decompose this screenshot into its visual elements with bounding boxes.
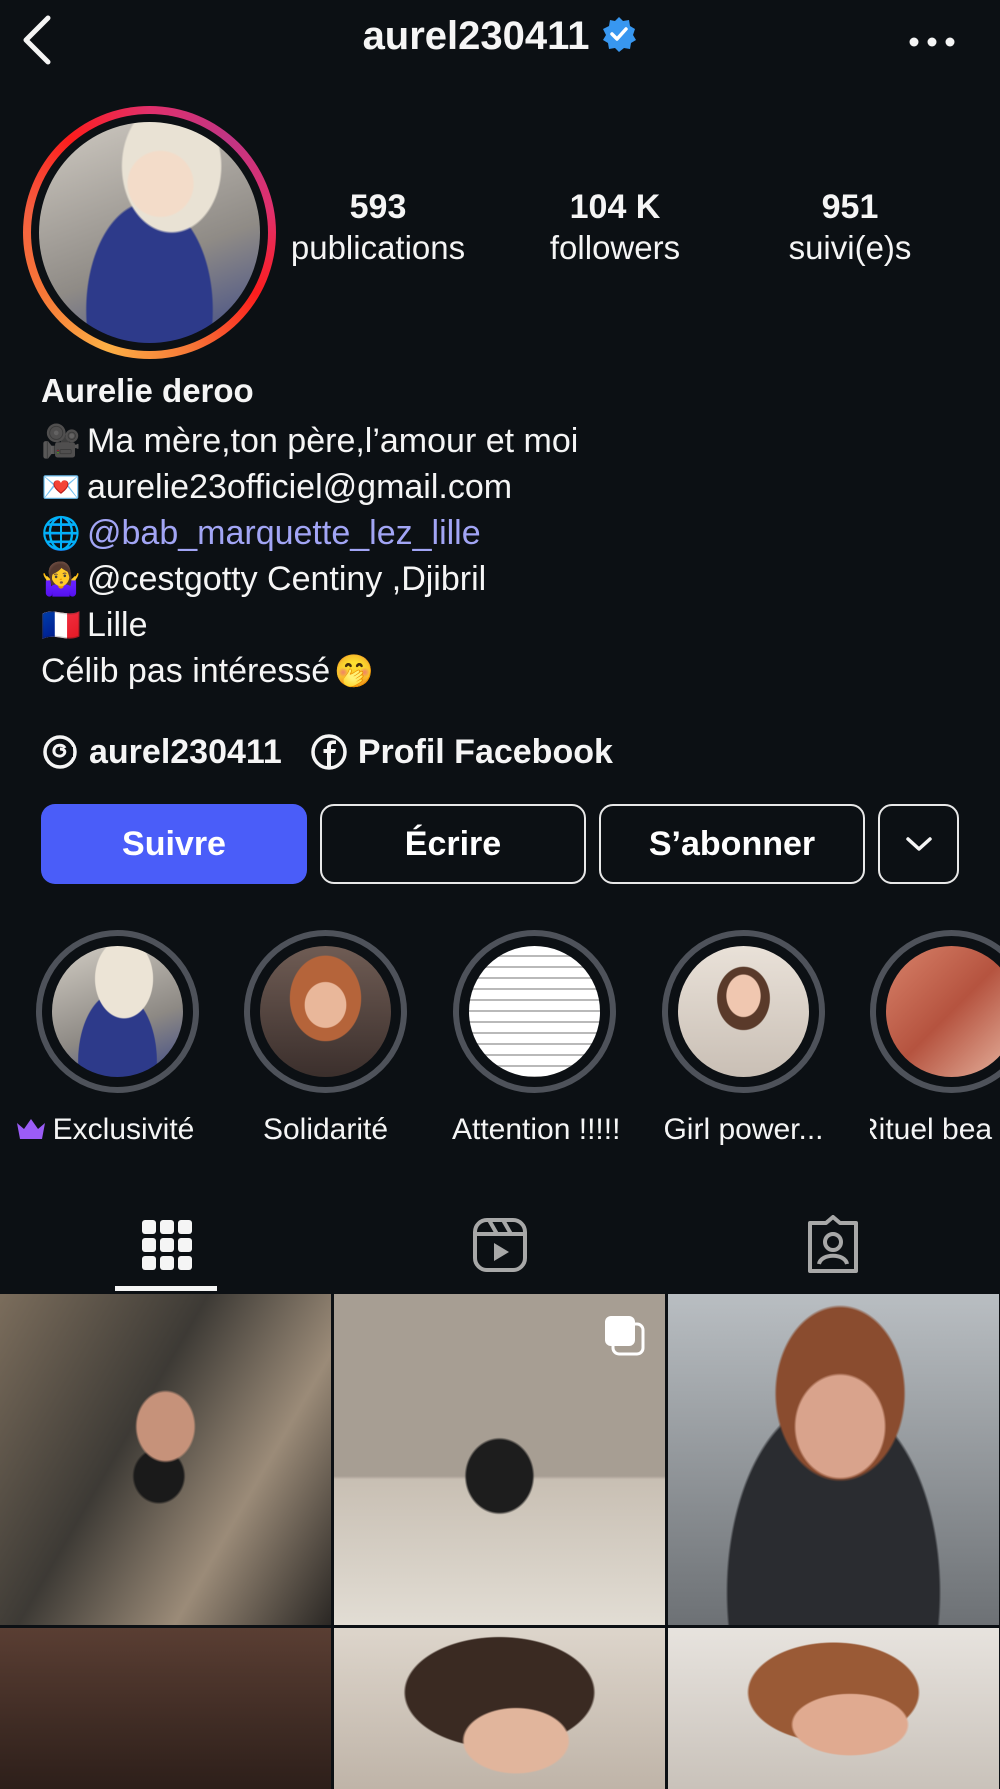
highlight-cover xyxy=(678,946,809,1077)
highlight-cover xyxy=(886,946,1000,1077)
highlight-label: Attention !!!!! xyxy=(452,1113,621,1146)
facebook-icon xyxy=(311,734,347,770)
post-thumbnail[interactable] xyxy=(668,1294,999,1625)
bio-line: 💌 aurelie23officiel@gmail.com xyxy=(41,464,961,510)
facebook-label: Profil Facebook xyxy=(357,732,613,771)
chevron-down-icon xyxy=(905,837,932,851)
stat-publications[interactable]: 593 publications xyxy=(268,188,488,267)
threads-icon xyxy=(43,735,77,769)
threads-link[interactable]: aurel230411 xyxy=(41,733,282,772)
stat-followers[interactable]: 104 K followers xyxy=(510,188,720,267)
bio-text: Lille xyxy=(87,606,148,644)
highlight-cover xyxy=(469,946,600,1077)
crown-icon xyxy=(15,1113,53,1146)
stat-value: 593 xyxy=(349,188,407,226)
verified-badge-icon xyxy=(601,16,637,53)
facebook-link[interactable]: Profil Facebook xyxy=(310,733,613,772)
post-thumbnail[interactable] xyxy=(668,1628,999,1789)
profile-avatar[interactable] xyxy=(23,106,276,359)
follow-button[interactable]: Suivre xyxy=(41,804,307,884)
profile-name: Aurelie deroo xyxy=(41,372,254,409)
threads-label: aurel230411 xyxy=(89,732,282,771)
love-letter-emoji-icon: 💌 xyxy=(41,469,81,505)
message-button[interactable]: Écrire xyxy=(320,804,586,884)
stat-value: 104 K xyxy=(569,188,661,226)
bio-email[interactable]: aurelie23officiel@gmail.com xyxy=(87,468,512,506)
bio-line: 🌐 @bab_marquette_lez_lille xyxy=(41,510,961,556)
post-thumbnail[interactable] xyxy=(0,1294,331,1625)
profile-bio: Aurelie deroo 🎥 Ma mère,ton père,l’amour … xyxy=(41,372,961,694)
bio-mention-link[interactable]: @bab_marquette_lez_lille xyxy=(87,514,481,552)
subscribe-button[interactable]: S’abonner xyxy=(599,804,865,884)
post-thumbnail[interactable] xyxy=(334,1294,665,1625)
carousel-icon xyxy=(605,1316,645,1356)
shrug-emoji-icon: 🤷‍♀️ xyxy=(41,561,81,597)
globe-emoji-icon: 🌐 xyxy=(41,515,81,551)
bio-text: Ma mère,ton père,l’amour et moi xyxy=(87,422,579,460)
stat-value: 951 xyxy=(821,188,879,226)
highlight-label: Exclusivité xyxy=(52,1113,195,1146)
tab-posts-grid[interactable] xyxy=(0,1198,333,1292)
stat-label: suivi(e)s xyxy=(788,229,912,266)
highlight-exclusivite[interactable]: Exclusivité xyxy=(16,930,200,1147)
active-tab-indicator xyxy=(115,1286,217,1291)
top-bar: aurel230411 xyxy=(0,0,1000,80)
suggestions-dropdown-button[interactable] xyxy=(878,804,959,884)
tagged-icon xyxy=(807,1215,858,1273)
profile-links: aurel230411 Profil Facebook xyxy=(41,727,641,777)
highlight-solidarite[interactable]: Solidarité xyxy=(243,930,408,1147)
camera-emoji-icon: 🎥 xyxy=(41,423,81,459)
bio-text: Célib pas intéressé xyxy=(41,652,331,690)
bio-text: @cestgotty Centiny ,Djibril xyxy=(87,560,487,598)
bio-line: Célib pas intéressé 🤭 xyxy=(41,648,961,694)
grid-icon xyxy=(141,1220,192,1270)
post-thumbnail[interactable] xyxy=(334,1628,665,1789)
highlight-label: Solidarité xyxy=(262,1113,389,1146)
more-horizontal-icon[interactable] xyxy=(904,22,960,62)
reels-icon xyxy=(472,1218,527,1272)
france-flag-emoji-icon: 🇫🇷 xyxy=(41,607,81,643)
username-title: aurel230411 xyxy=(362,14,590,58)
avatar-photo xyxy=(39,122,260,343)
highlight-girl-power[interactable]: Girl power... xyxy=(661,930,826,1147)
post-thumbnail[interactable] xyxy=(0,1628,331,1789)
hand-over-mouth-emoji-icon: 🤭 xyxy=(334,653,374,689)
highlight-label: Girl power... xyxy=(663,1113,824,1146)
profile-tabs xyxy=(0,1198,1000,1292)
highlight-attention[interactable]: Attention !!!!! xyxy=(452,930,621,1147)
stat-following[interactable]: 951 suivi(e)s xyxy=(745,188,955,267)
profile-username-header: aurel230411 xyxy=(0,14,1000,59)
stat-label: publications xyxy=(290,229,466,266)
highlight-cover xyxy=(260,946,391,1077)
bio-line: 🇫🇷 Lille xyxy=(41,602,961,648)
highlight-cover xyxy=(52,946,183,1077)
tab-tagged[interactable] xyxy=(666,1198,999,1292)
tab-reels[interactable] xyxy=(333,1198,666,1292)
bio-line: 🤷‍♀️ @cestgotty Centiny ,Djibril xyxy=(41,556,961,602)
stat-label: followers xyxy=(549,229,681,266)
highlight-label: Rituel bea xyxy=(870,1113,993,1146)
highlight-rituel[interactable]: Rituel bea xyxy=(870,930,1000,1147)
bio-line: 🎥 Ma mère,ton père,l’amour et moi xyxy=(41,418,961,464)
